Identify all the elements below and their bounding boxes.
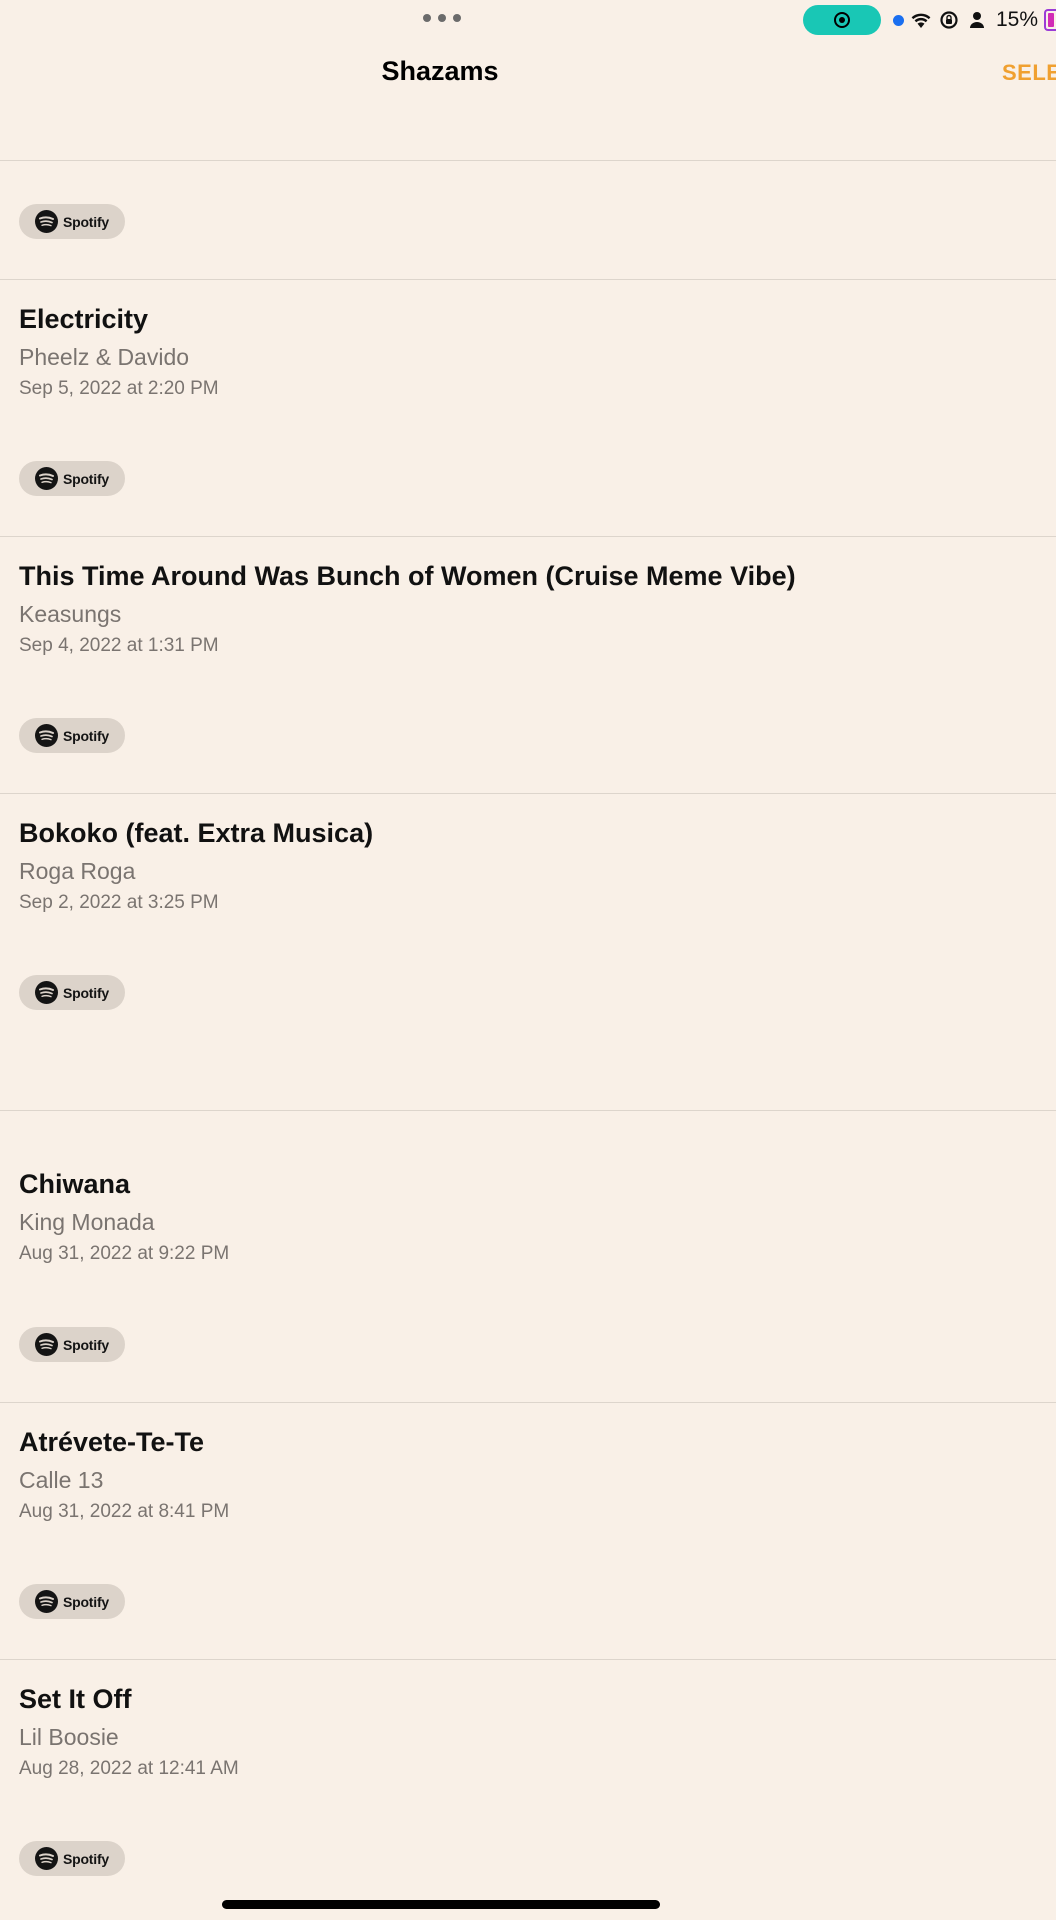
- spotify-icon: [34, 1333, 58, 1356]
- select-button[interactable]: SELE: [1002, 60, 1056, 86]
- song-date: Aug 31, 2022 at 9:22 PM: [19, 1243, 230, 1264]
- divider: [0, 160, 1056, 161]
- page-title: Shazams: [381, 56, 499, 86]
- spotify-button[interactable]: Spotify: [19, 975, 125, 1010]
- spotify-icon: [34, 981, 58, 1004]
- spotify-label: Spotify: [62, 727, 110, 744]
- divider: [0, 1659, 1056, 1660]
- song-title: Bokoko (feat. Extra Musica): [19, 818, 374, 848]
- status-bar: 15%: [802, 4, 1056, 36]
- song-artist: Calle 13: [19, 1467, 104, 1493]
- person-icon: [966, 9, 988, 31]
- spotify-button[interactable]: Spotify: [19, 1584, 125, 1619]
- spotify-button[interactable]: Spotify: [19, 1327, 125, 1362]
- divider: [0, 793, 1056, 794]
- spotify-button[interactable]: Spotify: [19, 461, 125, 496]
- spotify-label: Spotify: [62, 984, 110, 1001]
- song-title: Atrévete-Te-Te: [19, 1427, 205, 1457]
- song-artist: Lil Boosie: [19, 1724, 119, 1750]
- song-date: Sep 4, 2022 at 1:31 PM: [19, 635, 219, 656]
- song-title: Electricity: [19, 304, 149, 334]
- song-title: Chiwana: [19, 1169, 131, 1199]
- song-artist: King Monada: [19, 1209, 155, 1235]
- divider: [0, 536, 1056, 537]
- song-date: Aug 28, 2022 at 12:41 AM: [19, 1758, 239, 1779]
- song-date: Aug 31, 2022 at 8:41 PM: [19, 1501, 230, 1522]
- screen-recording-pill[interactable]: [802, 5, 881, 35]
- divider: [0, 1402, 1056, 1403]
- spotify-label: Spotify: [62, 1593, 110, 1610]
- multitasking-dots-icon[interactable]: [423, 14, 461, 22]
- home-indicator[interactable]: [222, 1900, 660, 1909]
- battery-percentage: 15%: [995, 8, 1038, 31]
- rotation-lock-icon: [938, 9, 960, 31]
- spotify-label: Spotify: [62, 213, 110, 230]
- song-title: This Time Around Was Bunch of Women (Cru…: [19, 561, 796, 591]
- spotify-icon: [34, 724, 58, 747]
- spotify-label: Spotify: [62, 470, 110, 487]
- battery-icon: [1044, 9, 1056, 31]
- spotify-button[interactable]: Spotify: [19, 204, 125, 239]
- spotify-icon: [34, 467, 58, 490]
- song-title: Set It Off: [19, 1684, 132, 1714]
- divider: [0, 1110, 1056, 1111]
- song-artist: Pheelz & Davido: [19, 344, 190, 370]
- song-date: Sep 2, 2022 at 3:25 PM: [19, 892, 219, 913]
- spotify-label: Spotify: [62, 1850, 110, 1867]
- record-icon: [833, 12, 850, 28]
- song-artist: Keasungs: [19, 601, 122, 627]
- spotify-label: Spotify: [62, 1336, 110, 1353]
- spotify-button[interactable]: Spotify: [19, 718, 125, 753]
- shazams-screen: 15% Shazams SELE Spotify Electricity Phe…: [0, 0, 1056, 1920]
- divider: [0, 279, 1056, 280]
- spotify-icon: [34, 210, 58, 233]
- song-date: Sep 5, 2022 at 2:20 PM: [19, 378, 219, 399]
- spotify-icon: [34, 1590, 58, 1613]
- spotify-icon: [34, 1847, 58, 1870]
- song-artist: Roga Roga: [19, 858, 136, 884]
- wifi-icon: [910, 9, 932, 31]
- spotify-button[interactable]: Spotify: [19, 1841, 125, 1876]
- location-dot-icon: [892, 14, 904, 26]
